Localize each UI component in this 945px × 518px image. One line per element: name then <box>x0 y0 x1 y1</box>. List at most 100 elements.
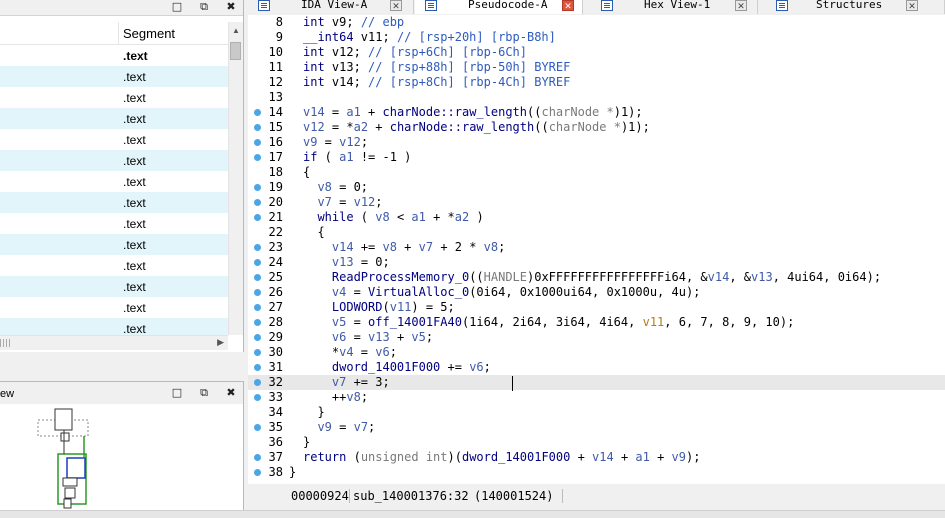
code-line[interactable]: 16 v9 = v12; <box>248 135 945 150</box>
code-line[interactable]: 14 v14 = a1 + charNode::raw_length((charN… <box>248 105 945 120</box>
code-text: int v13; // [rsp+88h] [rbp-50h] BYREF <box>303 60 571 74</box>
segments-table-header: Segment <box>0 22 228 45</box>
code-line[interactable]: 18 { <box>248 165 945 180</box>
code-line[interactable]: 10 int v12; // [rsp+6Ch] [rbp-6Ch] <box>248 45 945 60</box>
segment-row[interactable]: .text <box>0 87 228 108</box>
code-line[interactable]: 11 int v13; // [rsp+88h] [rbp-50h] BYREF <box>248 60 945 75</box>
code-line[interactable]: 34 } <box>248 405 945 420</box>
pane-close-button[interactable]: ✖ <box>224 0 238 14</box>
code-text: int v9; // ebp <box>303 15 405 29</box>
code-text: return (unsigned int)(dword_14001F000 + … <box>303 450 701 464</box>
code-line[interactable]: 36} <box>248 435 945 450</box>
code-line[interactable]: 21 while ( v8 < a1 + *a2 ) <box>248 210 945 225</box>
segment-row[interactable]: .text <box>0 297 228 318</box>
graph-overview-pane: ew □ ⧉ ✖ <box>0 381 244 510</box>
code-text: { <box>303 165 311 179</box>
segment-row[interactable]: .text <box>0 150 228 171</box>
code-text: v5 = off_14001FA40(1i64, 2i64, 3i64, 4i6… <box>331 315 795 329</box>
code-line[interactable]: 19 v8 = 0; <box>248 180 945 195</box>
segment-row[interactable]: .text <box>0 192 228 213</box>
scroll-right-icon[interactable]: ▶ <box>217 337 224 348</box>
code-line[interactable]: 25 ReadProcessMemory_0((HANDLE)0xFFFFFFF… <box>248 270 945 285</box>
scrollbar-thumb[interactable] <box>0 339 10 347</box>
code-line[interactable]: 17 if ( a1 != -1 ) <box>248 150 945 165</box>
code-line[interactable]: 32 v7 += 3; <box>248 375 945 390</box>
tab-pseudocode[interactable]: Pseudocode-A ✕ <box>415 0 583 14</box>
close-icon[interactable]: ✕ <box>906 0 918 11</box>
pseudocode-view[interactable]: 38} 37 return (unsigned int)(dword_14001F0… <box>248 15 945 484</box>
scroll-up-icon[interactable]: ▲ <box>232 26 240 35</box>
segment-name: .text <box>123 175 146 189</box>
status-offset: 00000924 <box>291 489 349 503</box>
segment-name: .text <box>123 196 146 210</box>
code-line[interactable]: 35 v9 = v7; <box>248 420 945 435</box>
close-icon[interactable]: ✕ <box>390 0 402 11</box>
code-text: v7 += 3; <box>331 375 390 389</box>
code-line[interactable]: 20 v7 = v12; <box>248 195 945 210</box>
code-line[interactable]: 22 { <box>248 225 945 240</box>
code-text: { <box>303 225 325 239</box>
segment-row[interactable]: .text <box>0 255 228 276</box>
tab-structures[interactable]: Structures ✕ <box>763 0 945 14</box>
code-text: if ( a1 != -1 ) <box>303 150 412 164</box>
code-line[interactable]: 15 v12 = *a2 + charNode::raw_length((char… <box>248 120 945 135</box>
tab-bar: IDA View-A ✕ Pseudocode-A ✕ Hex View-1 ✕… <box>248 0 945 14</box>
segments-table-body: .text .text .text .text .text .text .text .text… <box>0 45 228 335</box>
line-number: 24 <box>268 255 283 269</box>
line-number: 8 <box>275 15 283 29</box>
line-number: 30 <box>268 345 283 359</box>
column-divider[interactable] <box>118 22 119 44</box>
code-line[interactable]: 33 ++v8; <box>248 390 945 405</box>
line-number: 23 <box>268 240 283 254</box>
code-line[interactable]: 24 v13 = 0; <box>248 255 945 270</box>
code-line[interactable]: 30 *v4 = v6; <box>248 345 945 360</box>
line-number: 20 <box>268 195 283 209</box>
segment-row[interactable]: .text <box>0 276 228 297</box>
code-text: v8 = 0; <box>317 180 369 194</box>
code-line[interactable]: 26 v4 = VirtualAlloc_0(0i64, 0x1000ui64,… <box>248 285 945 300</box>
tab-hex-view[interactable]: Hex View-1 ✕ <box>588 0 758 14</box>
vertical-scrollbar[interactable]: ▲ <box>228 22 243 335</box>
segment-row[interactable]: .text <box>0 318 228 335</box>
graph-overview-canvas[interactable] <box>0 406 243 510</box>
tab-ida-view[interactable]: IDA View-A ✕ <box>248 0 414 14</box>
tab-label: Structures <box>816 0 883 11</box>
horizontal-scrollbar[interactable]: ▶ <box>0 335 228 350</box>
scrollbar-thumb[interactable] <box>230 42 241 60</box>
code-line[interactable]: 38} <box>248 465 945 480</box>
line-number: 26 <box>268 285 283 299</box>
segment-column-header[interactable]: Segment <box>123 26 175 41</box>
line-number: 17 <box>268 150 283 164</box>
close-icon[interactable]: ✕ <box>562 0 574 11</box>
line-number: 9 <box>275 30 283 44</box>
code-line[interactable]: 9 __int64 v11; // [rsp+20h] [rbp-B8h] <box>248 30 945 45</box>
line-number: 33 <box>268 390 283 404</box>
segment-row[interactable]: .text <box>0 213 228 234</box>
code-line[interactable]: 29 v6 = v13 + v5; <box>248 330 945 345</box>
code-text: ++v8; <box>303 390 369 404</box>
code-line[interactable]: 8 int v9; // ebp <box>248 15 945 30</box>
pane-restore-button[interactable]: ⧉ <box>197 386 211 400</box>
code-line[interactable]: 12 int v14; // [rsp+8Ch] [rbp-4Ch] BYREF <box>248 75 945 90</box>
pane-float-button[interactable]: □ <box>170 386 184 400</box>
code-line[interactable]: 37 return (unsigned int)(dword_14001F000 … <box>248 450 945 465</box>
line-number: 27 <box>268 300 283 314</box>
segment-row[interactable]: .text <box>0 234 228 255</box>
segment-row[interactable]: .text <box>0 66 228 87</box>
tab-label: Hex View-1 <box>644 0 711 11</box>
segment-row[interactable]: .text <box>0 108 228 129</box>
code-line[interactable]: 27 LODWORD(v11) = 5; <box>248 300 945 315</box>
code-line[interactable]: 23 v14 += v8 + v7 + 2 * v8; <box>248 240 945 255</box>
pane-float-button[interactable]: □ <box>170 0 184 14</box>
code-line[interactable]: 13 <box>248 90 945 105</box>
segment-row[interactable]: .text <box>0 129 228 150</box>
segment-row[interactable]: .text <box>0 171 228 192</box>
pane-close-button[interactable]: ✖ <box>224 386 238 400</box>
code-text: *v4 = v6; <box>303 345 397 359</box>
pane-restore-button[interactable]: ⧉ <box>197 0 211 14</box>
code-text: LODWORD(v11) = 5; <box>331 300 455 314</box>
close-icon[interactable]: ✕ <box>735 0 747 11</box>
code-line[interactable]: 28 v5 = off_14001FA40(1i64, 2i64, 3i64, … <box>248 315 945 330</box>
code-line[interactable]: 31 dword_14001F000 += v6; <box>248 360 945 375</box>
segment-row[interactable]: .text <box>0 45 228 66</box>
